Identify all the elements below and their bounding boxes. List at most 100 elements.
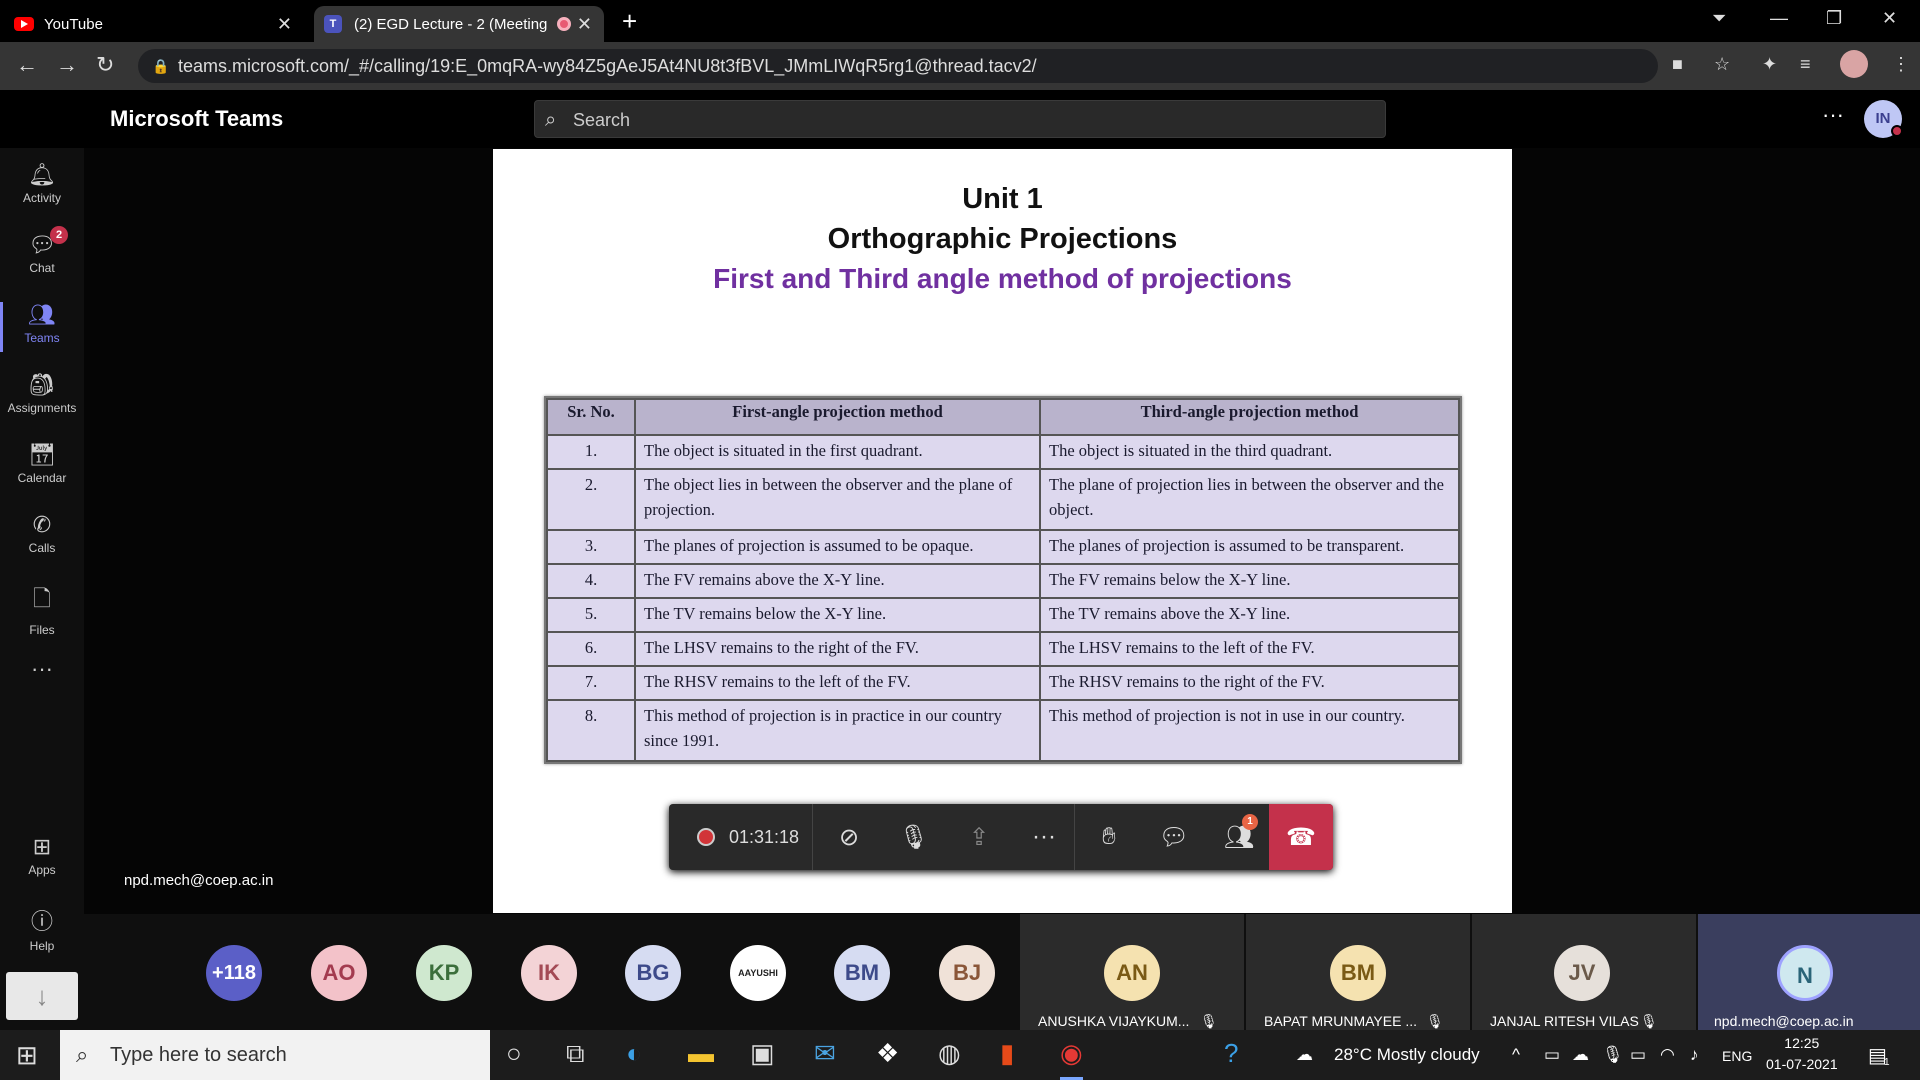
slide-title: Unit 1 [962,183,1043,215]
rail-item-help[interactable]: ⓘ Help [0,904,84,953]
participant-avatar[interactable]: IK [521,945,577,1001]
rail-item-calendar[interactable]: 📅︎ Calendar [0,442,84,485]
tab-youtube[interactable]: YouTube ✕ [14,6,304,42]
edge-icon[interactable]: ◐ [626,1038,642,1069]
media-control-icon[interactable]: ≡ [1800,54,1811,75]
table-row: 2. The object lies in between the observe… [546,467,1460,532]
rail-more-apps[interactable]: ··· [0,656,84,682]
search-placeholder: Search [573,110,631,130]
mail-icon[interactable]: ✉ [814,1038,836,1069]
language-indicator[interactable]: ENG [1722,1048,1752,1064]
leave-call-button[interactable]: ☎ [1269,804,1333,870]
chrome-icon[interactable]: ◉ [1060,1038,1083,1080]
more-actions-button[interactable]: ··· [1014,804,1074,870]
bell-icon: 🔔︎ [28,162,56,187]
table-cell: The TV remains above the X-Y line. [1039,596,1460,633]
teams-favicon-icon: T [324,15,342,33]
participant-avatar[interactable]: KP [416,945,472,1001]
clock-time: 12:25 [1784,1035,1820,1051]
close-tab-icon[interactable]: ✕ [277,14,292,35]
notification-count: 1 [1884,1057,1890,1068]
cortana-icon[interactable]: ○ [506,1038,522,1069]
more-options-icon[interactable]: ··· [1822,102,1844,128]
help-icon[interactable]: ? [1224,1038,1238,1069]
download-icon[interactable]: ↓ [6,972,78,1020]
table-cell: 7. [546,664,636,701]
raise-hand-button[interactable]: ✋︎ [1079,804,1139,870]
battery-icon[interactable]: ▭ [1630,1045,1646,1065]
onedrive-icon[interactable]: ☁ [1572,1045,1589,1065]
lock-icon: 🔒 [152,58,170,74]
rail-item-calls[interactable]: ✆ Calls [0,512,84,555]
table-row: 3. The planes of projection is assumed to… [546,529,1460,566]
participant-avatar[interactable]: BG [625,945,681,1001]
camera-icon[interactable]: ■ [1672,54,1683,75]
app-title: Microsoft Teams [110,106,284,131]
participant-avatar[interactable]: BJ [939,945,995,1001]
windows-start-icon[interactable]: ⊞ [16,1040,38,1071]
table-cell: The FV remains below the X-Y line. [1039,563,1460,599]
participants-button[interactable]: 👥︎ [1209,804,1269,870]
meeting-chat-button[interactable]: 💬︎ [1144,804,1204,870]
chrome-menu-icon[interactable]: ⋮ [1892,54,1910,75]
tab-title: YouTube [44,15,103,33]
slide-subtitle: First and Third angle method of projecti… [713,263,1292,294]
participants-badge: 1 [1242,814,1258,830]
table-cell: The plane of projection lies in between … [1039,467,1460,532]
participant-avatar[interactable]: AO [311,945,367,1001]
mic-off-icon: 🎙︎ [1200,1013,1218,1029]
weather-text[interactable]: 28°C Mostly cloudy [1334,1045,1480,1065]
participant-avatar[interactable]: AAYUSHI [730,945,786,1001]
rail-item-teams[interactable]: 👥︎ Teams [0,302,84,352]
camera-off-button[interactable]: ⊘ [819,804,879,870]
more-participants-button[interactable]: +118 [206,945,262,1001]
table-cell: 6. [546,630,636,667]
rail-item-apps[interactable]: ⊞ Apps [0,834,84,877]
table-cell: The object is situated in the first quad… [634,434,1041,470]
dropbox-icon[interactable]: ❖ [876,1038,899,1069]
reload-icon[interactable]: ↻ [96,52,114,78]
search-input[interactable]: ⌕ Search [534,100,1386,138]
app-icon[interactable]: ◍ [938,1038,961,1069]
file-explorer-icon[interactable]: ▬ [688,1038,714,1069]
table-cell: The RHSV remains to the right of the FV. [1039,664,1460,701]
close-window-button[interactable]: ✕ [1882,8,1897,29]
taskbar-search-input[interactable]: ⌕ Type here to search [60,1030,490,1080]
bookmark-star-icon[interactable]: ☆ [1714,54,1730,75]
volume-icon[interactable]: ♪ [1690,1045,1699,1065]
table-cell: The RHSV remains to the left of the FV. [634,664,1041,701]
back-icon[interactable]: ← [16,52,38,78]
close-tab-icon[interactable]: ✕ [577,14,592,35]
more-icon: ··· [31,656,53,681]
url-field[interactable]: 🔒 teams.microsoft.com/_#/calling/19:E_0m… [138,49,1658,83]
tab-egd-lecture[interactable]: T (2) EGD Lecture - 2 (Meeting ✕ [314,6,604,42]
participant-avatar[interactable]: BM [834,945,890,1001]
chrome-profile-menu-icon[interactable]: ⏷ [1712,8,1726,29]
youtube-icon [14,17,34,31]
restore-button[interactable]: ❐ [1826,8,1842,29]
participant-avatar: BM [1330,945,1386,1001]
share-screen-button[interactable]: ⇪ [949,804,1009,870]
profile-avatar[interactable] [1840,50,1868,78]
extensions-icon[interactable]: ✦ [1762,54,1777,75]
participant-avatar: JV [1554,945,1610,1001]
user-avatar[interactable]: IN [1864,100,1903,138]
rail-item-activity[interactable]: 🔔︎ Activity [0,162,84,205]
forward-icon[interactable]: → [56,52,78,78]
task-view-icon[interactable]: ⧉ [566,1038,585,1070]
rail-item-chat[interactable]: 💬︎ 2 Chat [0,226,84,275]
microphone-icon[interactable]: 🎙︎ [1602,1045,1624,1065]
wifi-icon[interactable]: ◠ [1660,1045,1675,1065]
store-icon[interactable]: ▣ [750,1038,775,1069]
show-hidden-icons[interactable]: ^ [1512,1045,1520,1065]
hand-icon: ✋︎ [1102,823,1116,850]
office-icon[interactable]: ▮ [1000,1038,1014,1069]
rail-item-assignments[interactable]: 🎒︎ Assignments [0,372,84,415]
new-tab-button[interactable]: + [622,6,637,37]
participant-name: ANUSHKA VIJAYKUM... [1038,1013,1190,1029]
meet-now-icon[interactable]: ▭ [1544,1045,1560,1065]
rail-item-files[interactable]: 🗋 Files [0,582,84,637]
mute-button[interactable]: 🎙︎ [884,804,944,870]
minimize-button[interactable]: — [1770,8,1788,29]
system-clock[interactable]: 12:25 01-07-2021 [1766,1033,1838,1075]
